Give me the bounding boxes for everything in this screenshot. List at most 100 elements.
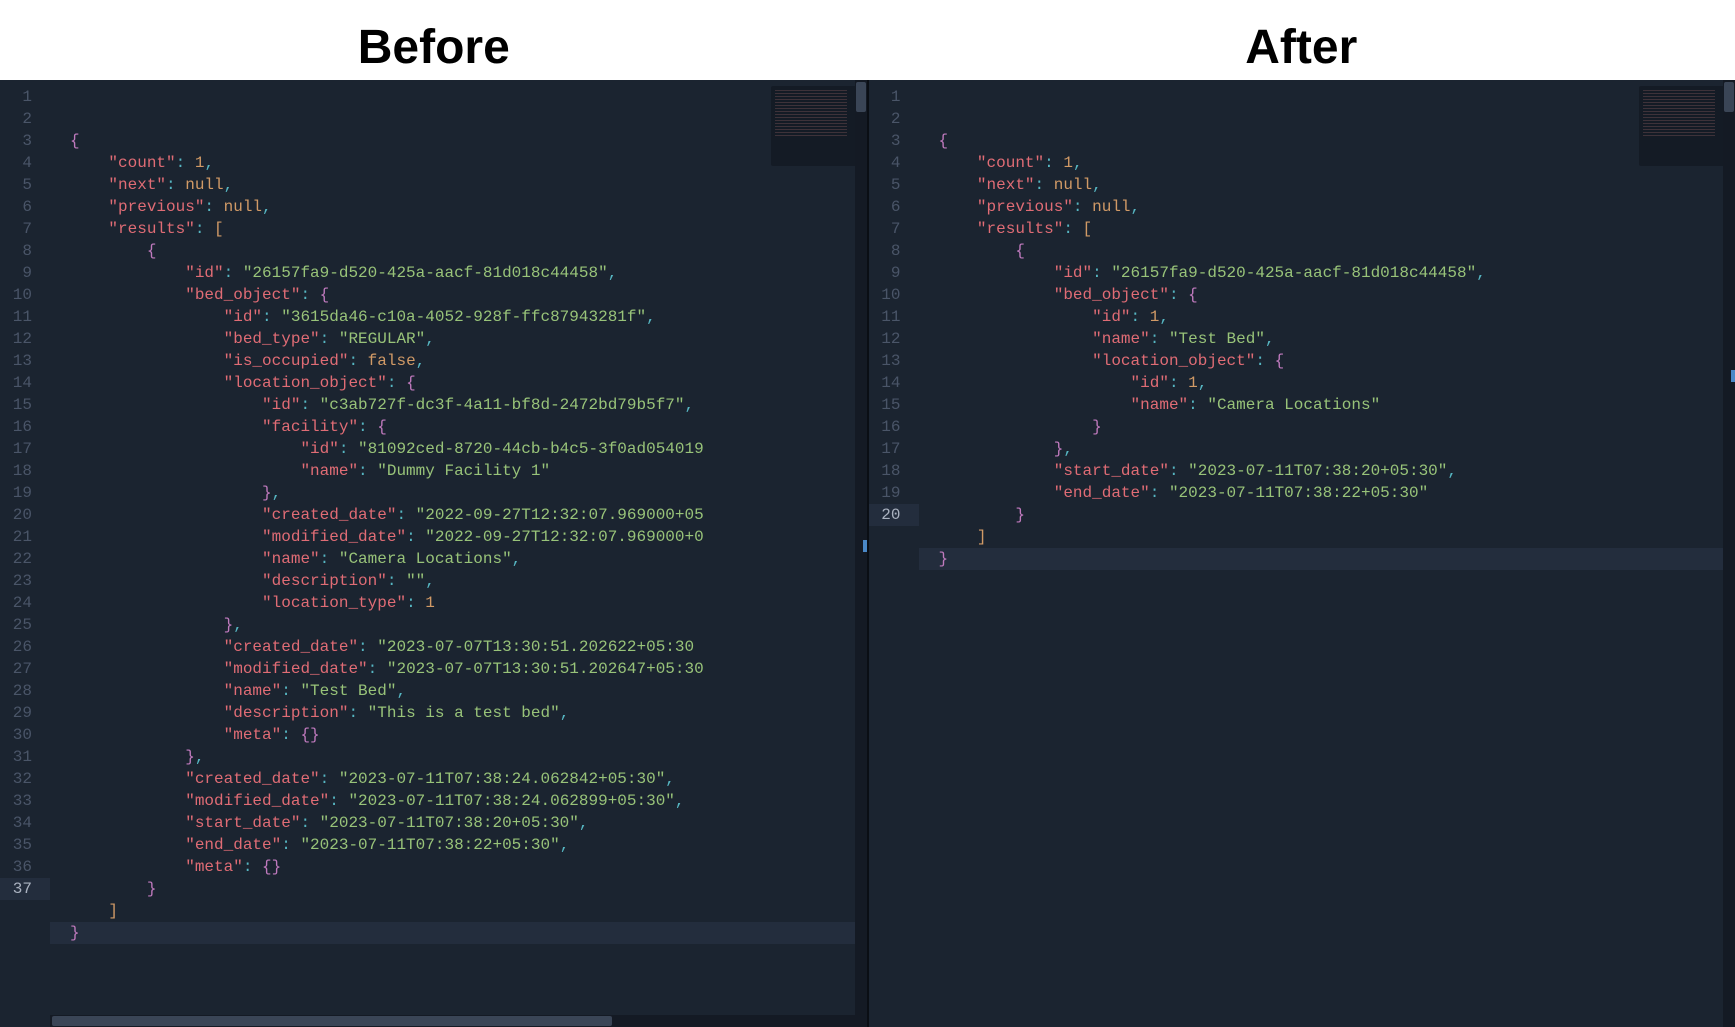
code-line[interactable]: "previous": null, [50,196,867,218]
code-line[interactable]: "id": 1, [919,306,1735,328]
code-line[interactable]: "meta": {} [50,856,867,878]
code-line[interactable]: "name": "Camera Locations", [50,548,867,570]
code-line[interactable]: "name": "Test Bed", [50,680,867,702]
code-line[interactable]: ] [919,526,1735,548]
code-line[interactable]: "created_date": "2022-09-27T12:32:07.969… [50,504,867,526]
code-line[interactable]: "modified_date": "2023-07-11T07:38:24.06… [50,790,867,812]
code-line[interactable]: }, [50,482,867,504]
code-line[interactable]: "id": "26157fa9-d520-425a-aacf-81d018c44… [50,262,867,284]
code-line[interactable]: }, [50,746,867,768]
token-kw: null [1054,176,1092,194]
line-number: 4 [0,152,50,174]
vertical-scrollbar[interactable] [1723,80,1735,1027]
code-line[interactable]: "description": "This is a test bed", [50,702,867,724]
code-line[interactable]: ] [50,900,867,922]
code-line[interactable]: "start_date": "2023-07-11T07:38:20+05:30… [50,812,867,834]
token-punct: , [272,484,282,502]
code-line[interactable]: } [919,504,1735,526]
token-punct: : [348,352,367,370]
code-line[interactable]: "bed_object": { [919,284,1735,306]
code-line[interactable]: "next": null, [50,174,867,196]
code-line[interactable]: { [50,240,867,262]
token-bracket: [ [1083,220,1093,238]
token-punct: : [387,572,406,590]
code-line[interactable]: "id": 1, [919,372,1735,394]
code-line[interactable]: "bed_object": { [50,284,867,306]
code-line[interactable]: } [919,548,1735,570]
code-line[interactable]: "facility": { [50,416,867,438]
code-line[interactable]: "bed_type": "REGULAR", [50,328,867,350]
code-line[interactable]: } [50,878,867,900]
token-punct: , [1447,462,1457,480]
token-num: 1 [1063,154,1073,172]
scroll-thumb[interactable] [856,82,866,112]
code-line[interactable]: "count": 1, [50,152,867,174]
code-line[interactable]: "created_date": "2023-07-07T13:30:51.202… [50,636,867,658]
code-line[interactable]: "location_object": { [919,350,1735,372]
token-punct: : [406,528,425,546]
code-line[interactable]: "id": "c3ab727f-dc3f-4a11-bf8d-2472bd79b… [50,394,867,416]
before-code[interactable]: { "count": 1, "next": null, "previous": … [50,80,867,1027]
code-line[interactable]: "results": [ [919,218,1735,240]
token-key: "id" [185,264,223,282]
line-number: 6 [0,196,50,218]
after-editor[interactable]: 1234567891011121314151617181920 { "count… [869,80,1735,1027]
token-str: "2022-09-27T12:32:07.969000+05 [416,506,704,524]
code-line[interactable]: "name": "Dummy Facility 1" [50,460,867,482]
code-line[interactable]: "name": "Camera Locations" [919,394,1735,416]
vertical-scrollbar[interactable] [855,80,867,1027]
code-line[interactable]: } [50,922,867,944]
line-number: 11 [869,306,919,328]
code-line[interactable]: "description": "", [50,570,867,592]
code-line[interactable]: } [919,416,1735,438]
token-key: "id" [1054,264,1092,282]
token-punct: , [416,352,426,370]
code-line[interactable]: "next": null, [919,174,1735,196]
minimap-icon[interactable] [1639,86,1729,166]
line-number: 15 [869,394,919,416]
code-line[interactable]: }, [50,614,867,636]
token-punct: : [1063,220,1082,238]
code-line[interactable]: "end_date": "2023-07-11T07:38:22+05:30", [50,834,867,856]
line-number: 30 [0,724,50,746]
horizontal-scrollbar[interactable] [50,1015,855,1027]
code-line[interactable]: "modified_date": "2022-09-27T12:32:07.96… [50,526,867,548]
token-bracket: ] [108,902,118,920]
minimap-icon[interactable] [771,86,861,166]
line-number: 19 [869,482,919,504]
line-number: 14 [869,372,919,394]
code-line[interactable]: "id": "3615da46-c10a-4052-928f-ffc879432… [50,306,867,328]
token-punct: , [1265,330,1275,348]
scroll-thumb-horizontal[interactable] [52,1016,612,1026]
code-line[interactable]: "name": "Test Bed", [919,328,1735,350]
code-line[interactable]: "results": [ [50,218,867,240]
token-brace: } [1015,506,1025,524]
scroll-thumb[interactable] [1724,82,1734,112]
code-line[interactable]: { [919,240,1735,262]
code-line[interactable]: "id": "26157fa9-d520-425a-aacf-81d018c44… [919,262,1735,284]
token-str: "Test Bed" [1169,330,1265,348]
token-punct: : [320,770,339,788]
before-editor[interactable]: 1234567891011121314151617181920212223242… [0,80,869,1027]
code-line[interactable]: "location_type": 1 [50,592,867,614]
token-punct: , [1073,154,1083,172]
code-line[interactable]: "id": "81092ced-8720-44cb-b4c5-3f0ad0540… [50,438,867,460]
after-code[interactable]: { "count": 1, "next": null, "previous": … [919,80,1735,1027]
code-line[interactable]: "modified_date": "2023-07-07T13:30:51.20… [50,658,867,680]
code-line[interactable]: "meta": {} [50,724,867,746]
token-str: "Camera Locations" [1207,396,1380,414]
token-kw: null [224,198,262,216]
code-line[interactable]: { [50,130,867,152]
code-line[interactable]: "is_occupied": false, [50,350,867,372]
token-brace: { [320,286,330,304]
code-line[interactable]: "count": 1, [919,152,1735,174]
code-line[interactable]: "start_date": "2023-07-11T07:38:20+05:30… [919,460,1735,482]
code-line[interactable]: "end_date": "2023-07-11T07:38:22+05:30" [919,482,1735,504]
token-key: "count" [108,154,175,172]
code-line[interactable]: { [919,130,1735,152]
code-line[interactable]: }, [919,438,1735,460]
code-line[interactable]: "created_date": "2023-07-11T07:38:24.062… [50,768,867,790]
code-line[interactable]: "location_object": { [50,372,867,394]
code-line[interactable]: "previous": null, [919,196,1735,218]
line-number: 18 [869,460,919,482]
